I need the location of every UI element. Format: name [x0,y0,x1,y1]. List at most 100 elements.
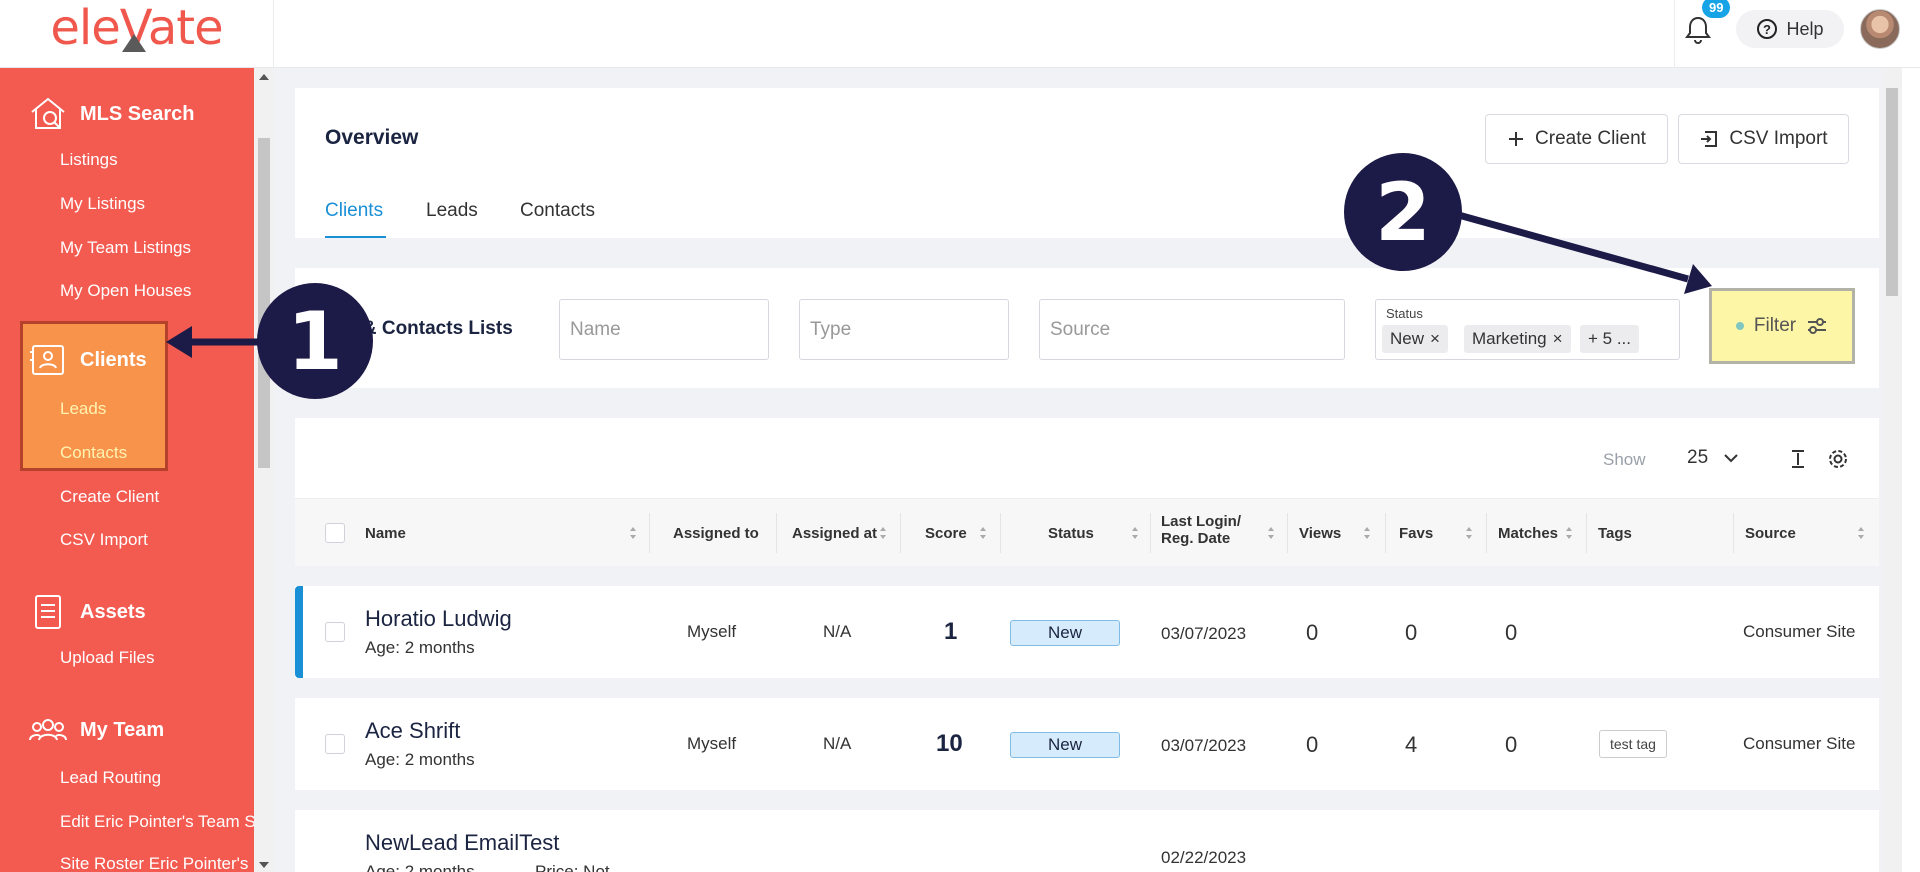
column-divider [776,513,777,553]
logo[interactable]: eleVate [0,0,274,68]
gear-icon[interactable] [1827,448,1849,470]
column-height-icon[interactable] [1789,448,1807,470]
score: 1 [944,618,958,645]
column-header-views[interactable]: Views [1299,525,1341,542]
client-price: Price: Not [535,862,610,872]
column-header-line: Reg. Date [1161,530,1231,547]
sidebar-item-csv-import[interactable]: CSV Import [60,530,148,550]
sidebar-item-my-listings[interactable]: My Listings [60,194,145,214]
sidebar-scrollbar[interactable] [254,68,274,872]
column-header-assigned-at[interactable]: Assigned at [792,525,877,542]
source-input[interactable]: Source [1039,299,1345,360]
select-all-checkbox[interactable] [325,523,345,543]
status-chip-more[interactable]: + 5 ... [1580,325,1639,353]
status-label: Status [1386,306,1423,321]
table-row[interactable]: NewLead EmailTest Age: 2 months Price: N… [295,810,1879,872]
name-input[interactable]: Name [559,299,769,360]
csv-import-button[interactable]: CSV Import [1678,114,1849,164]
assigned-at: N/A [823,622,852,641]
sort-icon[interactable] [1465,526,1473,540]
sort-icon[interactable] [979,526,987,540]
status-chip-marketing[interactable]: Marketing × [1464,325,1571,353]
assigned-to: Myself [687,734,737,753]
sidebar-item-create-client[interactable]: Create Client [60,487,159,507]
views-count: 0 [1306,732,1319,757]
top-divider [1674,0,1675,68]
import-icon [1701,131,1718,147]
sidebar-item-edit-team[interactable]: Edit Eric Pointer's Team S [60,812,254,832]
right-gutter [1902,68,1920,872]
sidebar-item-leads[interactable]: Leads [60,399,106,419]
column-divider [649,513,650,553]
table-row[interactable]: Horatio Ludwig Age: 2 months Myself N/A … [295,586,1879,678]
sidebar-section-label: Assets [80,600,146,623]
main-scroll-thumb[interactable] [1886,88,1898,296]
type-input[interactable]: Type [799,299,1009,360]
sidebar-item-listings[interactable]: Listings [60,150,118,170]
client-name[interactable]: NewLead EmailTest [365,830,559,856]
column-divider [1000,513,1001,553]
row-checkbox[interactable] [325,622,345,642]
sort-icon[interactable] [1267,526,1275,540]
row-gap [295,678,1879,698]
column-divider [900,513,901,553]
page-size-select[interactable]: 25 [1687,447,1708,469]
sidebar-item-upload-files[interactable]: Upload Files [60,648,155,668]
filter-label: Filter [1753,315,1797,336]
column-header-assigned-to[interactable]: Assigned to [673,525,759,542]
column-header-name[interactable]: Name [365,525,406,542]
help-button[interactable]: ? Help [1736,10,1844,48]
column-header-source[interactable]: Source [1745,525,1796,542]
scroll-down-icon[interactable] [259,862,269,868]
house-search-icon [31,97,65,129]
status-select[interactable]: Status New × Marketing × + 5 ... [1375,299,1680,360]
row-checkbox[interactable] [325,734,345,754]
close-icon[interactable]: × [1553,329,1563,349]
filter-button[interactable]: Filter [1709,288,1855,364]
sort-icon[interactable] [1565,526,1573,540]
client-name[interactable]: Ace Shrift [365,718,460,744]
main-scrollbar[interactable] [1882,68,1902,872]
sort-icon[interactable] [1857,526,1865,540]
source: Consumer Site [1743,622,1856,641]
avatar[interactable] [1860,9,1900,49]
contact-card-icon [30,345,64,375]
show-label: Show [1603,450,1646,469]
column-header-matches[interactable]: Matches [1498,525,1558,542]
column-header-status[interactable]: Status [1048,525,1094,542]
sort-icon[interactable] [1363,526,1371,540]
sort-icon[interactable] [879,526,887,540]
scroll-up-icon[interactable] [259,74,269,80]
notification-badge: 99 [1702,0,1731,18]
sidebar-section-mls-search[interactable]: MLS Search [28,94,194,134]
column-header-score[interactable]: Score [925,525,967,542]
chevron-down-icon[interactable] [1723,452,1739,464]
status-chip-new[interactable]: New × [1382,325,1448,353]
column-header-last-login[interactable]: Last Login/Reg. Date [1161,513,1241,547]
score: 10 [936,730,963,757]
create-client-button[interactable]: Create Client [1485,114,1668,164]
tab-contacts[interactable]: Contacts [520,200,595,222]
tag-chip[interactable]: test tag [1599,730,1667,758]
table-header: Name Assigned to Assigned at Score Statu… [295,498,1879,566]
team-icon [29,719,67,741]
sidebar-scroll-thumb[interactable] [258,138,270,468]
sort-icon[interactable] [629,526,637,540]
sidebar-section-clients[interactable]: Clients [28,340,147,380]
close-icon[interactable]: × [1430,329,1440,349]
column-header-favs[interactable]: Favs [1399,525,1433,542]
sidebar-item-lead-routing[interactable]: Lead Routing [60,768,161,788]
tab-leads[interactable]: Leads [426,200,478,222]
sidebar-item-site-roster[interactable]: Site Roster Eric Pointer's [60,854,248,872]
sidebar-section-assets[interactable]: Assets [28,592,146,632]
last-login-date: 03/07/2023 [1161,624,1247,643]
table-row[interactable]: Ace Shrift Age: 2 months Myself N/A 10 N… [295,698,1879,790]
tab-clients[interactable]: Clients [325,200,383,222]
column-header-tags[interactable]: Tags [1598,525,1632,542]
sort-icon[interactable] [1131,526,1139,540]
sidebar-item-my-open-houses[interactable]: My Open Houses [60,281,191,301]
client-name[interactable]: Horatio Ludwig [365,606,512,632]
sidebar-item-my-team-listings[interactable]: My Team Listings [60,238,191,258]
sidebar-section-my-team[interactable]: My Team [28,710,164,750]
sidebar-item-contacts[interactable]: Contacts [60,443,127,463]
